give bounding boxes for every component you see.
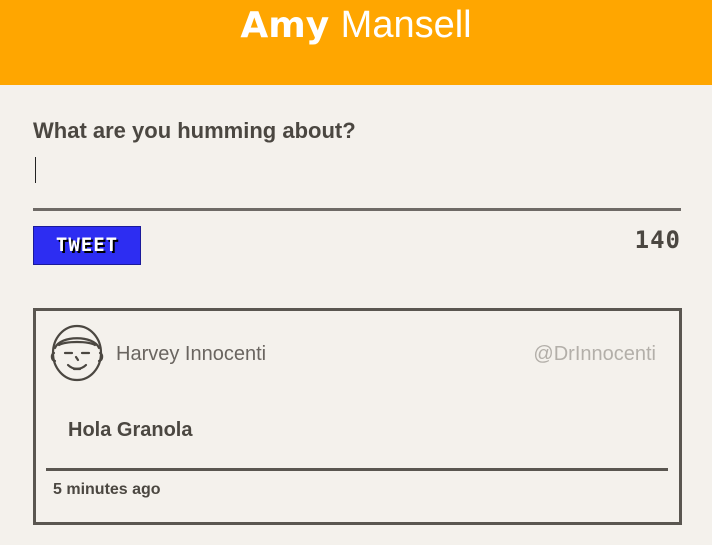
text-cursor (35, 157, 36, 183)
tweet-author-handle[interactable]: @DrInnocenti (533, 343, 656, 366)
profile-header: Amy Mansell (0, 0, 712, 85)
character-counter: 140 (634, 226, 681, 254)
tweet-card: Harvey Innocenti @DrInnocenti Hola Grano… (33, 308, 682, 525)
tweet-text: Hola Granola (68, 419, 193, 441)
profile-last-name: Mansell (340, 4, 472, 46)
profile-name: Amy Mansell (0, 2, 712, 49)
compose-divider (33, 208, 681, 211)
tweet-timestamp: 5 minutes ago (53, 481, 161, 498)
tweet-button[interactable]: TWEET (33, 226, 141, 265)
tweet-card-divider (46, 468, 668, 471)
tweet-author-name[interactable]: Harvey Innocenti (116, 343, 266, 366)
smiling-face-avatar-icon (50, 324, 104, 382)
compose-label: What are you humming about? (33, 118, 356, 143)
tweet-compose-input[interactable] (33, 153, 680, 193)
profile-first-name: Amy (240, 5, 330, 46)
